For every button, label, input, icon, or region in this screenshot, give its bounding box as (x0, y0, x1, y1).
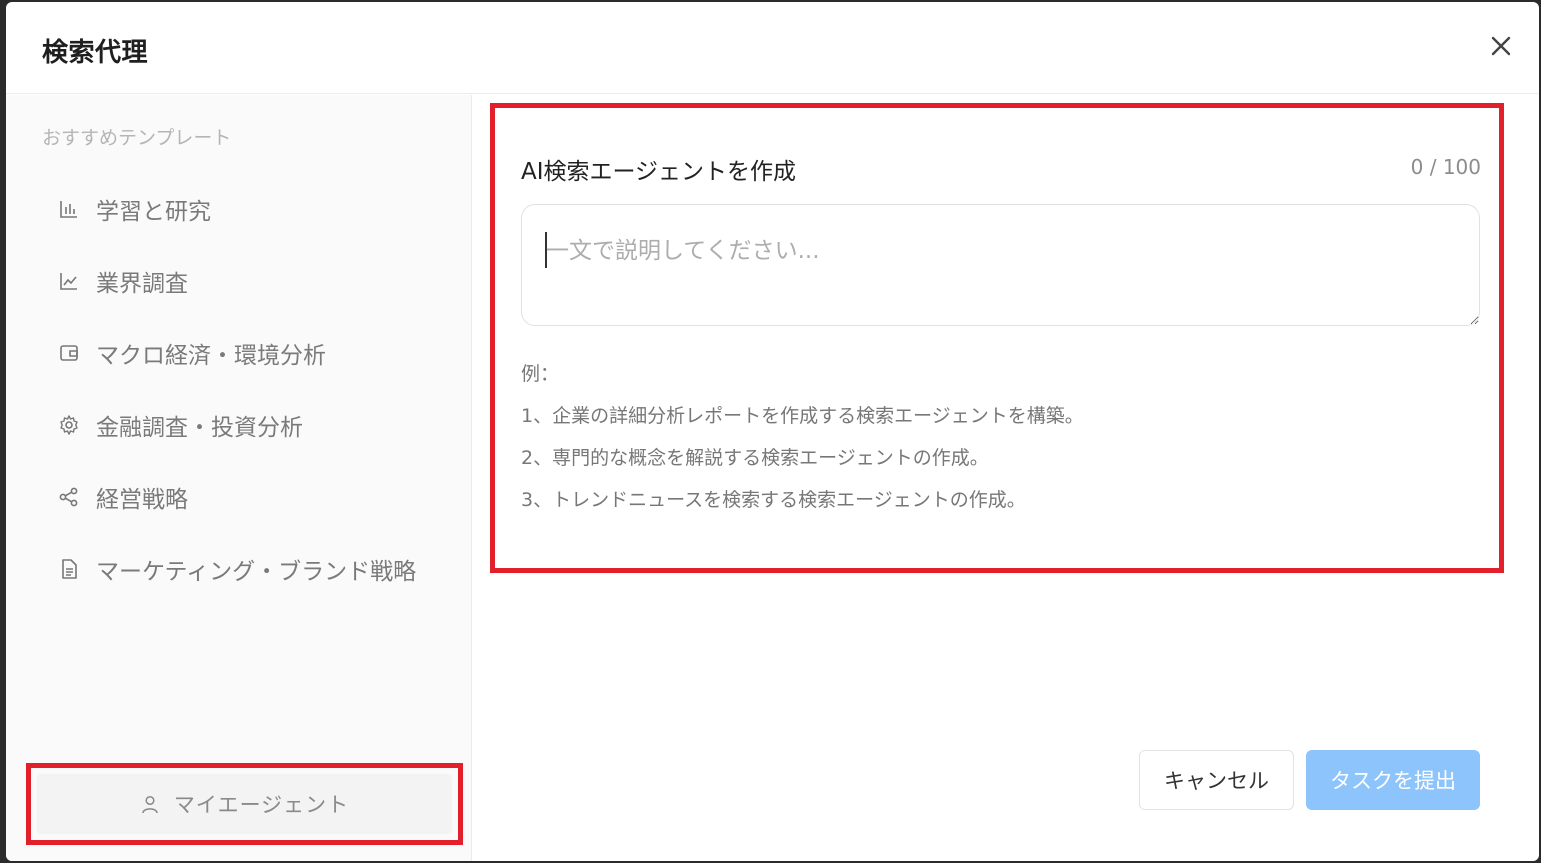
dialog-footer: キャンセル タスクを提出 (1139, 750, 1480, 810)
dialog-title: 検索代理 (42, 38, 149, 68)
example-item: 3、トレンドニュースを検索する検索エージェントの作成。 (521, 489, 1026, 511)
share-icon (59, 487, 78, 507)
template-sidebar: おすすめテンプレート 学習と研究 業界調査 マクロ経済・環境分析 金融調査・投資… (6, 95, 472, 861)
text-caret (545, 232, 547, 268)
template-item-learning-research[interactable]: 学習と研究 (58, 173, 416, 245)
template-list: 学習と研究 業界調査 マクロ経済・環境分析 金融調査・投資分析 経営戦略 マーケ… (58, 173, 416, 623)
my-agent-button[interactable]: マイエージェント (37, 774, 452, 834)
template-label: マクロ経済・環境分析 (96, 343, 326, 369)
create-agent-label: AI検索エージェントを作成 (521, 159, 797, 185)
document-icon (62, 559, 77, 579)
wallet-icon (60, 345, 78, 361)
example-item: 1、企業の詳細分析レポートを作成する検索エージェントを構築。 (521, 405, 1084, 427)
line-chart-icon (60, 273, 77, 290)
examples-heading: 例： (521, 363, 560, 385)
gear-icon (60, 415, 78, 435)
close-icon[interactable] (1487, 32, 1515, 60)
create-agent-panel: AI検索エージェントを作成 0 / 100 例： 1、企業の詳細分析レポートを作… (490, 103, 1504, 573)
template-label: 業界調査 (96, 271, 188, 297)
submit-task-button[interactable]: タスクを提出 (1306, 750, 1480, 810)
user-icon (142, 795, 158, 814)
template-item-macro-economy[interactable]: マクロ経済・環境分析 (58, 317, 416, 389)
sidebar-heading: おすすめテンプレート (42, 127, 232, 149)
template-item-business-strategy[interactable]: 経営戦略 (58, 461, 416, 533)
char-counter: 0 / 100 (1410, 155, 1481, 179)
search-agent-dialog: 検索代理 おすすめテンプレート 学習と研究 業界調査 マクロ経済・環境分析 金融… (6, 2, 1539, 861)
template-label: 金融調査・投資分析 (96, 415, 303, 441)
my-agent-highlight: マイエージェント (26, 763, 463, 845)
cancel-button[interactable]: キャンセル (1139, 750, 1294, 810)
description-input[interactable] (521, 204, 1480, 326)
template-item-industry-research[interactable]: 業界調査 (58, 245, 416, 317)
dialog-header: 検索代理 (6, 2, 1539, 94)
examples-list: 例： 1、企業の詳細分析レポートを作成する検索エージェントを構築。 2、専門的な… (521, 362, 1084, 530)
my-agent-label: マイエージェント (173, 793, 350, 817)
template-label: 経営戦略 (96, 487, 188, 513)
bar-chart-icon (60, 201, 77, 218)
template-label: 学習と研究 (96, 199, 211, 225)
template-item-finance-investment[interactable]: 金融調査・投資分析 (58, 389, 416, 461)
example-item: 2、専門的な概念を解説する検索エージェントの作成。 (521, 447, 989, 469)
template-label: マーケティング・ブランド戦略 (96, 559, 417, 585)
template-item-marketing-brand[interactable]: マーケティング・ブランド戦略 (58, 533, 416, 605)
